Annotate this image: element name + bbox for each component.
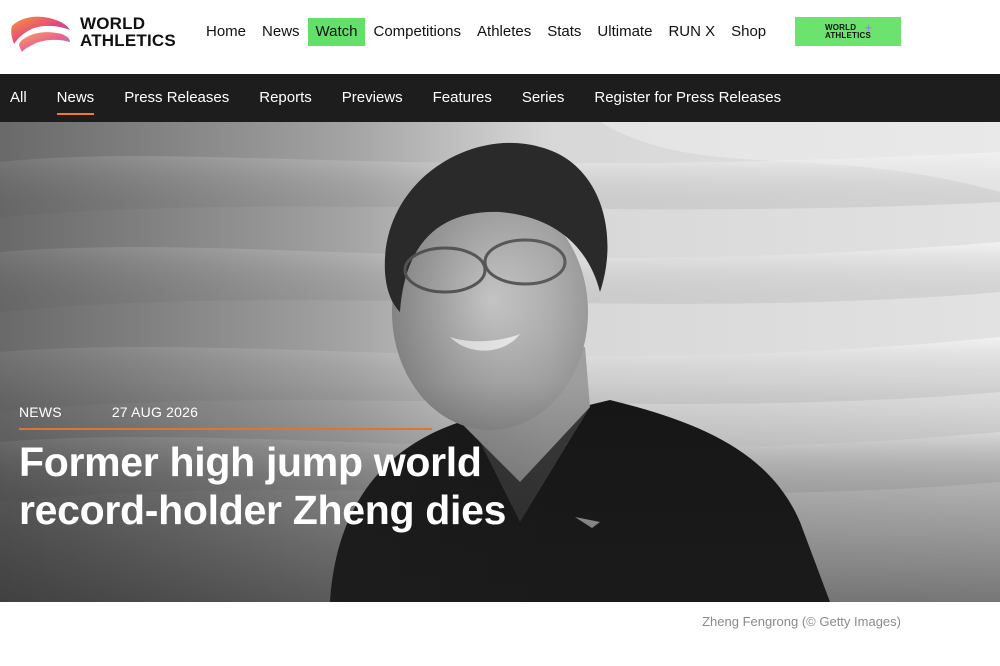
subnav-news[interactable]: News [56,88,94,115]
subnav-all[interactable]: All [10,88,27,108]
nav-home[interactable]: Home [198,18,254,46]
main-nav: Home News Watch Competitions Athletes St… [198,18,774,46]
logo-line-2: ATHLETICS [80,31,176,50]
nav-news[interactable]: News [254,18,308,46]
nav-run-x[interactable]: RUN X [660,18,723,46]
subnav-reports[interactable]: Reports [259,88,312,108]
site-header: WORLD ATHLETICS Home News Watch Competit… [0,0,1000,74]
nav-athletes[interactable]: Athletes [469,18,539,46]
meta-divider [19,428,432,430]
article-date: 27 AUG 2026 [111,404,199,420]
subnav-press-releases[interactable]: Press Releases [124,88,229,108]
nav-shop[interactable]: Shop [723,18,774,46]
logo-wordmark: WORLD ATHLETICS [80,15,176,49]
headline-line-2: record-holder Zheng dies [19,487,507,533]
world-athletics-logo[interactable]: WORLD ATHLETICS [10,10,176,54]
nav-stats[interactable]: Stats [539,18,589,46]
nav-watch[interactable]: Watch [307,18,366,46]
headline-line-1: Former high jump world [19,439,482,485]
article-category[interactable]: NEWS [19,404,62,420]
hero-image: NEWS 27 AUG 2026 Former high jump world … [0,122,1000,602]
subnav-register-press-releases[interactable]: Register for Press Releases [594,88,781,108]
subnav-series[interactable]: Series [522,88,565,108]
article-headline: Former high jump world record-holder Zhe… [19,438,579,534]
subnav-features[interactable]: Features [433,88,492,108]
nav-ultimate[interactable]: Ultimate [589,18,660,46]
photo-caption: Zheng Fengrong (© Getty Images) [702,614,901,629]
nav-competitions[interactable]: Competitions [365,18,469,46]
article-meta: NEWS 27 AUG 2026 [19,404,198,420]
world-athletics-plus-button[interactable]: WORLD ATHLETICS + [795,17,901,46]
plus-icon: + [865,21,873,35]
logo-mark-icon [11,16,70,52]
news-subnav: All News Press Releases Reports Previews… [0,74,1000,122]
subnav-previews[interactable]: Previews [342,88,403,108]
logo-line-1: WORLD [80,14,146,33]
